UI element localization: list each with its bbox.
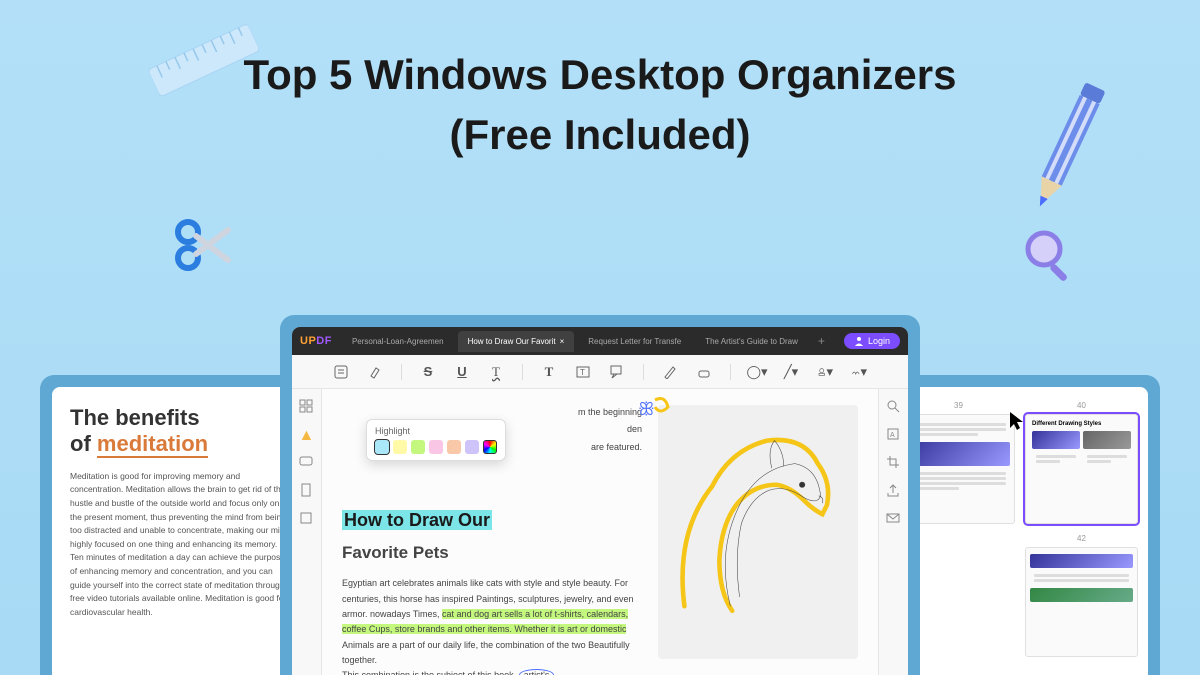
- bookmarks-icon[interactable]: ▲: [299, 427, 315, 443]
- note-tool-icon[interactable]: [333, 364, 349, 380]
- close-icon[interactable]: ×: [560, 337, 565, 346]
- underline-tool-icon[interactable]: U: [454, 364, 470, 380]
- tab-3[interactable]: The Artist's Guide to Draw: [695, 331, 808, 352]
- svg-text:A: A: [890, 432, 895, 439]
- left-doc-title-highlight: meditation: [97, 431, 208, 458]
- doc-title-highlighted: How to Draw Our: [342, 510, 492, 530]
- signature-tool-icon[interactable]: ▾: [851, 364, 867, 380]
- swatch-custom[interactable]: [483, 440, 497, 454]
- strikethrough-tool-icon[interactable]: S: [420, 364, 436, 380]
- shape-tool-icon[interactable]: ◯▾: [749, 364, 765, 380]
- pencil-tool-icon[interactable]: [662, 364, 678, 380]
- highlight-color-popup: Highlight: [366, 419, 506, 461]
- thumbnails-icon[interactable]: [299, 399, 315, 415]
- stamp-tool-icon[interactable]: ▾: [817, 364, 833, 380]
- monitor-center: UPDF Personal-Loan-Agreemen How to Draw …: [280, 315, 920, 675]
- textbox-tool-icon[interactable]: T: [575, 364, 591, 380]
- butterfly-sticker-icon: ꕥ: [638, 399, 655, 420]
- right-rail: A: [878, 389, 908, 675]
- page-num-42: 42: [1025, 534, 1138, 543]
- fields-icon[interactable]: [299, 511, 315, 527]
- page-num-40: 40: [1025, 401, 1138, 410]
- center-app: UPDF Personal-Loan-Agreemen How to Draw …: [292, 327, 908, 675]
- hero-title: Top 5 Windows Desktop Organizers (Free I…: [0, 0, 1200, 159]
- attachments-icon[interactable]: [299, 483, 315, 499]
- page-thumb-42[interactable]: [1025, 547, 1138, 657]
- cursor-icon: [1008, 410, 1026, 432]
- page-thumb-40[interactable]: Different Drawing Styles: [1025, 414, 1138, 524]
- tab-2[interactable]: Request Letter for Transfe: [578, 331, 691, 352]
- highlighter-tool-icon[interactable]: [367, 364, 383, 380]
- line-tool-icon[interactable]: ╱▾: [783, 364, 799, 380]
- search-icon[interactable]: [886, 399, 902, 415]
- hero-line1: Top 5 Windows Desktop Organizers: [0, 48, 1200, 103]
- eraser-tool-icon[interactable]: [696, 364, 712, 380]
- tab-1[interactable]: How to Draw Our Favorit×: [458, 331, 575, 352]
- app-logo: UPDF: [300, 335, 332, 347]
- magnifier-icon: [1020, 225, 1080, 290]
- monitors-row: The benefits of meditation Meditation is…: [0, 295, 1200, 675]
- hero-line2: (Free Included): [0, 111, 1200, 159]
- left-doc-body: Meditation is good for improving memory …: [70, 470, 290, 620]
- scissors-icon: [170, 210, 240, 285]
- tab-0[interactable]: Personal-Loan-Agreemen: [342, 331, 454, 352]
- doc-subtitle: Favorite Pets: [342, 539, 642, 568]
- document-canvas[interactable]: Highlight m the beginning: [322, 389, 878, 675]
- svg-text:T: T: [580, 368, 585, 377]
- text-tool-icon[interactable]: T: [541, 364, 557, 380]
- app-toolbar: S U T T T ◯▾ ╱▾ ▾ ▾: [292, 355, 908, 389]
- right-pages-panel: 39 40 Different Drawing Styles: [892, 387, 1148, 675]
- left-document: The benefits of meditation Meditation is…: [52, 387, 308, 675]
- squiggly-tool-icon[interactable]: T: [488, 364, 504, 380]
- callout-tool-icon[interactable]: [609, 364, 625, 380]
- email-icon[interactable]: [886, 511, 902, 527]
- ocr-icon[interactable]: A: [886, 427, 902, 443]
- left-rail: ▲: [292, 389, 322, 675]
- monitor-right: 39 40 Different Drawing Styles: [880, 375, 1160, 675]
- comments-icon[interactable]: [299, 455, 315, 471]
- left-doc-title-l1: The benefits: [70, 405, 200, 430]
- swatch-0[interactable]: [375, 440, 389, 454]
- app-header: UPDF Personal-Loan-Agreemen How to Draw …: [292, 327, 908, 355]
- highlight-popup-label: Highlight: [375, 426, 497, 436]
- crop-icon[interactable]: [886, 455, 902, 471]
- swatch-4[interactable]: [447, 440, 461, 454]
- swatch-row: [375, 440, 497, 454]
- dog-sketch: [666, 413, 850, 634]
- add-tab-button[interactable]: +: [812, 334, 831, 348]
- doc-circled-word: artist's: [519, 669, 555, 675]
- user-icon: [854, 336, 864, 346]
- swatch-1[interactable]: [393, 440, 407, 454]
- left-doc-title-prefix: of: [70, 431, 97, 456]
- document-image: ꕥ: [658, 405, 858, 659]
- login-button[interactable]: Login: [844, 333, 900, 349]
- swatch-3[interactable]: [429, 440, 443, 454]
- swatch-5[interactable]: [465, 440, 479, 454]
- share-icon[interactable]: [886, 483, 902, 499]
- swatch-2[interactable]: [411, 440, 425, 454]
- monitor-left: The benefits of meditation Meditation is…: [40, 375, 320, 675]
